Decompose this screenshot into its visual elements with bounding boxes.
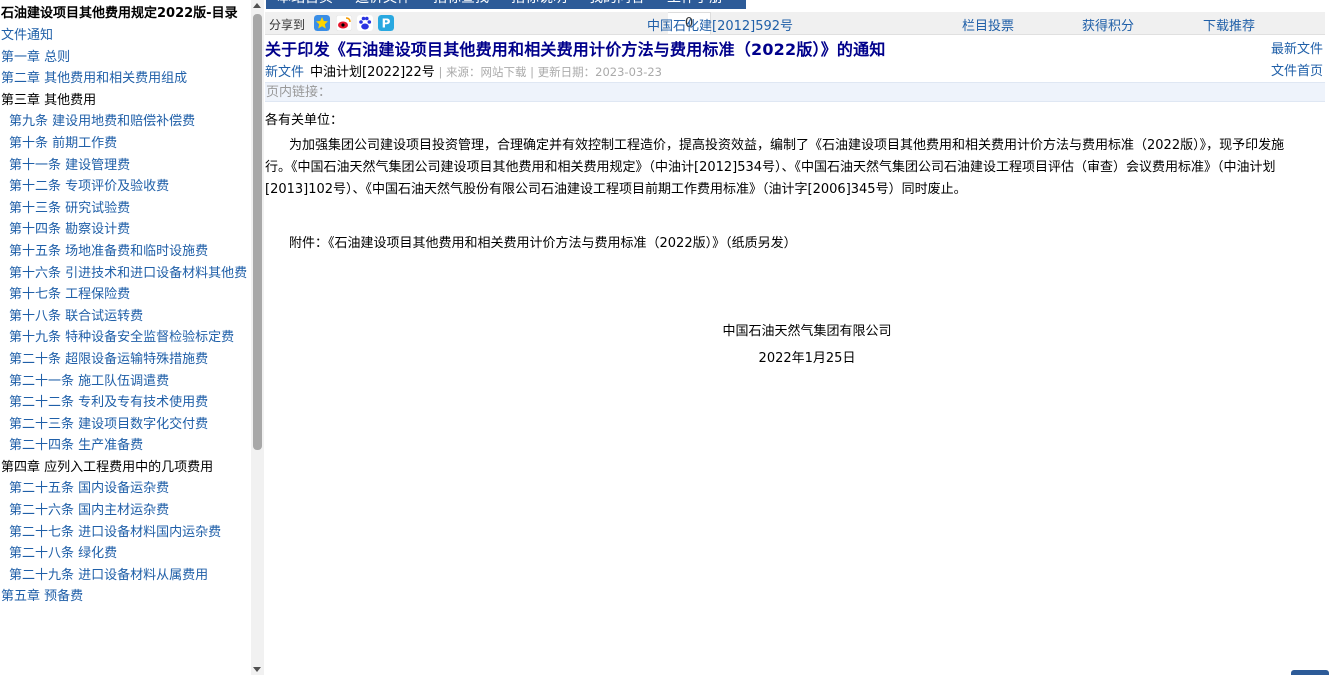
- toc-item[interactable]: 第十七条 工程保险费: [0, 284, 251, 306]
- page-links-bar: 页内链接：: [265, 82, 1325, 102]
- toc-item[interactable]: 第二十六条 国内主材运杂费: [0, 500, 251, 522]
- document-title: 关于印发《石油建设项目其他费用和相关费用计价方法与费用标准（2022版）》的通知: [265, 40, 886, 59]
- toc-item[interactable]: 第三章 其他费用: [0, 90, 251, 112]
- nav-my-qa[interactable]: 我的问答: [578, 0, 656, 9]
- toc-item[interactable]: 第二十五条 国内设备运杂费: [0, 478, 251, 500]
- toc-item[interactable]: 第十二条 专项评价及验收费: [0, 176, 251, 198]
- baidu-paw-icon[interactable]: [357, 15, 373, 31]
- toc-item[interactable]: 第九条 建设用地费和赔偿补偿费: [0, 111, 251, 133]
- nav-index-explain[interactable]: 指标说明: [500, 0, 578, 9]
- share-bar: 分享到 P 0 中国石化建[2012]592号 栏目投票 获得积分 下载推荐: [265, 12, 1325, 35]
- column-vote-link[interactable]: 栏目投票: [962, 15, 1014, 34]
- weibo-icon[interactable]: [336, 15, 352, 31]
- nav-work-manual[interactable]: 工作手册: [656, 0, 734, 9]
- document-body: 各有关单位： 为加强集团公司建设项目投资管理，合理确定并有效控制工程造价，提高投…: [265, 110, 1285, 255]
- scroll-up-arrow-icon[interactable]: [253, 3, 261, 8]
- toc-item[interactable]: 第二十四条 生产准备费: [0, 435, 251, 457]
- qzone-star-icon[interactable]: [314, 15, 330, 31]
- toc-item[interactable]: 第十五条 场地准备费和临时设施费: [0, 241, 251, 263]
- toc-item[interactable]: 第四章 应列入工程费用中的几项费用: [0, 457, 251, 479]
- nav-cost-files[interactable]: 造价文件: [344, 0, 422, 9]
- ref-number-link[interactable]: 中国石化建[2012]592号: [647, 15, 793, 34]
- signature-org: 中国石油天然气集团有限公司: [722, 324, 892, 339]
- toc-item[interactable]: 第十三条 研究试验费: [0, 198, 251, 220]
- nav-home[interactable]: 本站首页: [266, 0, 344, 9]
- scroll-thumb[interactable]: [253, 14, 262, 450]
- toc-item[interactable]: 第二十八条 绿化费: [0, 543, 251, 565]
- toc-item[interactable]: 文件通知: [0, 25, 251, 47]
- toc-title: 石油建设项目其他费用规定2022版-目录: [1, 6, 238, 21]
- sidebar-scrollbar[interactable]: [251, 0, 264, 675]
- toc-item[interactable]: 第二十条 超限设备运输特殊措施费: [0, 349, 251, 371]
- toc-item[interactable]: 第十条 前期工作费: [0, 133, 251, 155]
- top-nav: 本站首页 造价文件 指标查找 指标说明 我的问答 工作手册: [266, 0, 746, 9]
- files-home-link[interactable]: 文件首页: [1271, 60, 1323, 79]
- toc-item[interactable]: 第二章 其他费用和相关费用组成: [0, 68, 251, 90]
- document-meta: 新文件 中油计划[2022]22号 | 来源：网站下载 | 更新日期：2023-0…: [265, 61, 662, 80]
- toc-item[interactable]: 第二十二条 专利及专有技术使用费: [0, 392, 251, 414]
- source-and-date: | 来源：网站下载 | 更新日期：2023-03-23: [434, 65, 662, 79]
- toc-item[interactable]: 第十一条 建设管理费: [0, 155, 251, 177]
- toc-item[interactable]: 第一章 总则: [0, 47, 251, 69]
- toc-item[interactable]: 第二十七条 进口设备材料国内运杂费: [0, 522, 251, 544]
- toc-item[interactable]: 第十四条 勘察设计费: [0, 219, 251, 241]
- toc-item[interactable]: 第二十九条 进口设备材料从属费用: [0, 565, 251, 587]
- salutation: 各有关单位：: [265, 113, 344, 128]
- scroll-down-arrow-icon[interactable]: [253, 667, 261, 672]
- toc-item[interactable]: 第二十三条 建设项目数字化交付费: [0, 414, 251, 436]
- toc-item[interactable]: 第十九条 特种设备安全监督检验标定费: [0, 327, 251, 349]
- back-to-top-tab[interactable]: [1291, 670, 1329, 675]
- toc-item[interactable]: 第五章 预备费: [0, 586, 251, 608]
- signature-date: 2022年1月25日: [758, 351, 856, 366]
- body-paragraph: 为加强集团公司建设项目投资管理，合理确定并有效控制工程造价，提高投资效益，编制了…: [265, 138, 1285, 197]
- share-p-icon[interactable]: P: [378, 15, 394, 31]
- download-recommend-link[interactable]: 下载推荐: [1203, 15, 1255, 34]
- new-file-link[interactable]: 新文件: [265, 65, 304, 80]
- toc-item[interactable]: 第十六条 引进技术和进口设备材料其他费: [0, 263, 251, 285]
- toc-sidebar: 石油建设项目其他费用规定2022版-目录 文件通知 第一章 总则 第二章 其他费用和…: [0, 0, 251, 675]
- toc-item[interactable]: 第二十一条 施工队伍调遣费: [0, 371, 251, 393]
- svg-text:P: P: [382, 17, 391, 31]
- toc-list: 文件通知 第一章 总则 第二章 其他费用和相关费用组成 第三章 其他费用 第九条 建设用…: [0, 25, 251, 608]
- nav-index-search[interactable]: 指标查找: [422, 0, 500, 9]
- document-number: 中油计划[2022]22号: [310, 65, 435, 80]
- earn-points-link[interactable]: 获得积分: [1082, 15, 1134, 34]
- share-label: 分享到: [269, 18, 306, 32]
- latest-files-link[interactable]: 最新文件: [1271, 38, 1323, 57]
- toc-item[interactable]: 第十八条 联合试运转费: [0, 306, 251, 328]
- attachment-line: 附件：《石油建设项目其他费用和相关费用计价方法与费用标准（2022版）》（纸质另…: [289, 236, 797, 251]
